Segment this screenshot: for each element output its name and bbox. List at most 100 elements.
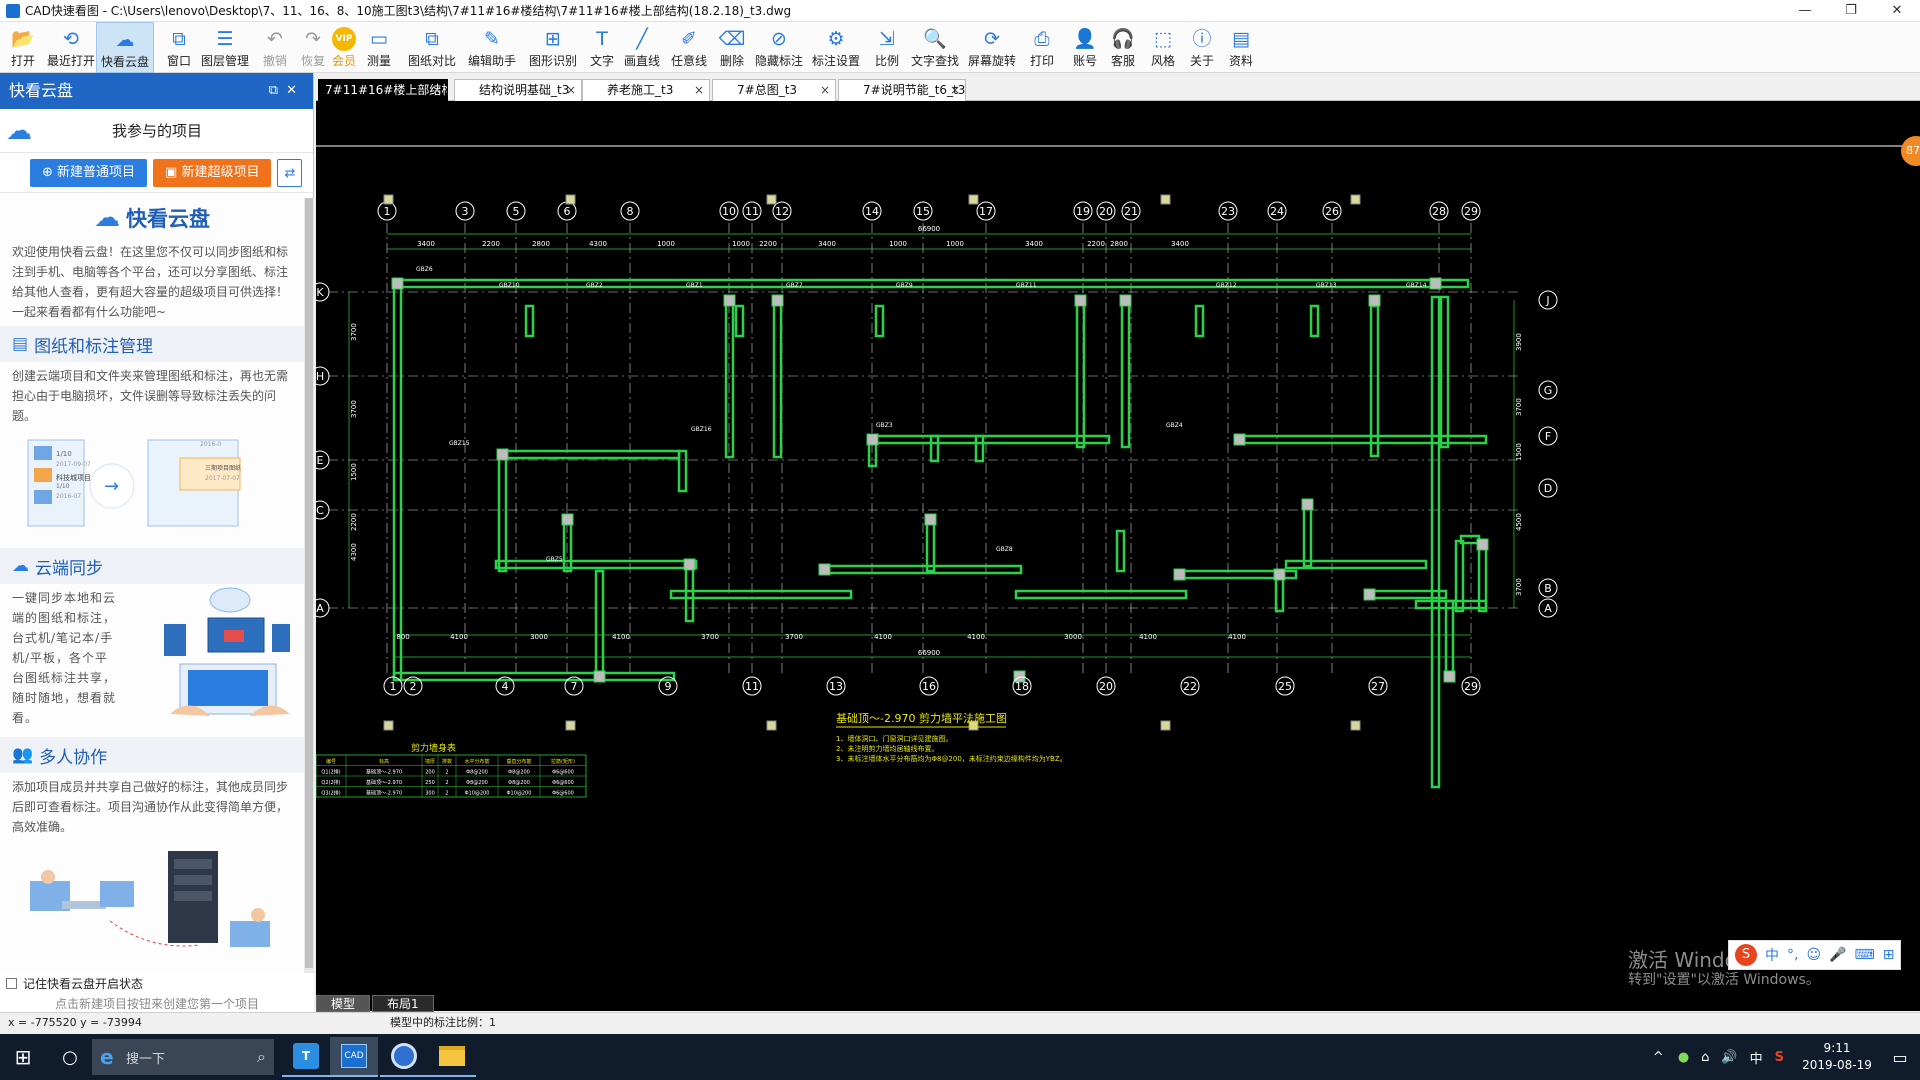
taskbar-search[interactable]: e 搜一下 ⌕ [92,1039,274,1075]
my-projects-row[interactable]: ☁ 我参与的项目 [0,109,313,153]
toolbar-text-search-button[interactable]: 🔍 文字查找 [908,22,962,73]
tab-close-icon[interactable]: × [432,80,442,100]
close-button[interactable]: ✕ [1874,0,1920,22]
volume-icon[interactable]: 🔊 [1721,1050,1737,1065]
toolbar-style-button[interactable]: ⬚ 风格 [1144,22,1182,73]
notification-icon[interactable]: ▭ [1880,1048,1920,1067]
minimize-button[interactable]: — [1782,0,1828,22]
sogou-tray-icon[interactable]: S [1775,1050,1784,1065]
tab-close-icon[interactable]: × [820,80,830,100]
layout-tab-layout1[interactable]: 布局1 [372,995,434,1012]
layout-tab-model[interactable]: 模型 [316,995,371,1012]
ime-emoji-icon[interactable]: ☺ [1806,947,1821,963]
toolbar-eraser-button[interactable]: ⌫ 删除 [714,22,750,73]
toolbar-history-button[interactable]: ⟲ 最近打开 [46,22,96,73]
scale-icon: ⇲ [879,28,895,50]
ime-toolbar[interactable]: S 中 °, ☺ 🎤 ⌨ ⊞ [1728,940,1902,970]
taskbar-clock[interactable]: 9:11 2019-08-19 [1794,1040,1880,1074]
intro-scroll-area[interactable]: ☁ 快看云盘 欢迎使用快看云盘！在这里您不仅可以同步图纸和标注到手机、电脑等各个… [0,198,304,973]
top-dimension: 2200 [482,240,500,248]
sogou-icon[interactable]: S [1735,944,1757,966]
shear-wall [1115,529,1126,573]
tray-expand-icon[interactable]: ^ [1653,1050,1664,1065]
rotate-screen-icon: ⟳ [984,28,1000,50]
toolbar-layers-button[interactable]: ☰ 图层管理 [196,22,254,73]
bottom-axis-label: 4 [502,680,509,693]
toolbar-shape-recognize-button[interactable]: ⊞ 图形识别 [526,22,580,73]
cortana-icon[interactable]: ○ [50,1034,90,1080]
table-header-cell: 编号 [326,758,336,765]
taskbar-file-explorer[interactable] [428,1037,476,1077]
ime-chinese-mode[interactable]: 中 [1765,945,1779,965]
bottom-dimension: 3700 [785,633,803,641]
remember-state-checkbox[interactable]: 记住快看云盘开启状态 [0,973,314,993]
toolbar-hide-eye-button[interactable]: ⊘ 隐藏标注 [752,22,806,73]
wall-label: GBZ1 [686,282,703,289]
restore-button[interactable]: ❐ [1828,0,1874,22]
top-axis-label: 14 [865,205,879,218]
toolbar-edit-helper-button[interactable]: ✎ 编辑助手 [464,22,520,73]
frame-marker [565,720,576,731]
shear-wall [1075,295,1086,449]
taskbar-browser[interactable] [380,1037,428,1077]
bottom-axis-label: 25 [1278,680,1292,693]
drawing-tab[interactable]: 养老施工_t3 × [582,79,710,101]
toolbar-scale-button[interactable]: ⇲ 比例 [866,22,908,73]
toolbar-compare-button[interactable]: ⧉ 图纸对比 [404,22,460,73]
top-axis-label: 19 [1076,205,1090,218]
feature-text-sync: 一键同步本地和云端的图纸和标注，台式机/笔记本/手机/平板，各个平台图纸标注共享… [12,591,117,725]
toolbar-rotate-screen-button[interactable]: ⟳ 屏幕旋转 [964,22,1020,73]
top-axis-label: 1 [384,205,391,218]
network-icon[interactable]: ⌂ [1701,1050,1709,1065]
input-language[interactable]: 中 [1750,1048,1763,1067]
top-axis-label: 21 [1124,205,1138,218]
tray-app-icon[interactable]: ● [1678,1050,1689,1065]
tab-close-icon[interactable]: × [950,80,960,100]
close-panel-icon[interactable]: ✕ [286,83,305,98]
toolbar-printer-button[interactable]: ⎙ 打印 [1022,22,1062,73]
drawing-tab[interactable]: 7#说明节能_t6_t3 × [838,79,966,101]
sync-icon: ⇄ [284,165,296,181]
toolbar-freehand-button[interactable]: ✐ 任意线 [668,22,710,73]
column [561,513,574,526]
wall-label: GBZ15 [449,440,470,447]
ime-keyboard-icon[interactable]: ⌨ [1855,947,1875,963]
drawing-tab[interactable]: 7#总图_t3 × [712,79,836,101]
total-dimension-bottom: 66900 [918,649,940,657]
toolbar-documents-button[interactable]: ▤ 资料 [1222,22,1260,73]
toolbar-window-button[interactable]: ⧉ 窗口 [160,22,198,73]
ime-punct-icon[interactable]: °, [1787,947,1798,963]
float-panel-icon[interactable]: ⧉ [269,83,286,98]
drawing-canvas[interactable]: 1 3 5 6 8 10 11 12 14 15 17 19 20 21 23 24 26 28 29 1 2 4 7 9 11… [316,101,1920,1011]
new-normal-project-button[interactable]: ⊕ 新建普通项目 [30,158,148,187]
panel-scrollbar[interactable] [304,198,314,973]
frame-marker [766,194,777,205]
column [683,558,696,571]
taskbar-app-t[interactable]: T [282,1037,330,1077]
ime-voice-icon[interactable]: 🎤 [1829,947,1846,963]
toolbar-cloud-button[interactable]: ☁ 快看云盘 [96,22,154,73]
ime-menu-icon[interactable]: ⊞ [1883,947,1895,963]
toolbar-annotation-settings-button[interactable]: ⚙ 标注设置 [808,22,864,73]
toolbar-info-button[interactable]: ⓘ 关于 [1184,22,1220,73]
new-super-project-button[interactable]: ▣ 新建超级项目 [153,158,272,187]
toolbar-vip-button[interactable]: VIP 会员 [326,22,362,73]
toolbar-line-button[interactable]: ╱ 画直线 [620,22,664,73]
svg-text:→: → [104,476,119,497]
drawing-tab[interactable]: 结构说明基础_t3 × [454,79,582,101]
toolbar-text-button[interactable]: T 文字 [584,22,620,73]
drawing-tab[interactable]: 7#11#16#楼上部结构(18.2.18)_t3× [318,79,448,101]
toolbar-headset-button[interactable]: 🎧 客服 [1104,22,1142,73]
toolbar-ruler-button[interactable]: ▭ 测量 [360,22,398,73]
toolbar-account-button[interactable]: 👤 账号 [1066,22,1104,73]
bottom-dimension: 3000 [530,633,548,641]
windows-start-icon[interactable]: ⊞ [0,1034,46,1080]
edit-helper-icon: ✎ [484,28,500,50]
toolbar-folder-open-button[interactable]: 📂 打开 [4,22,42,73]
tab-close-icon[interactable]: × [566,80,576,100]
shear-wall [392,671,676,682]
refresh-sync-button[interactable]: ⇄ [277,158,303,187]
wall-label: GBZ8 [996,546,1013,553]
taskbar-cad-viewer[interactable]: CAD [330,1037,378,1077]
tab-close-icon[interactable]: × [694,80,704,100]
